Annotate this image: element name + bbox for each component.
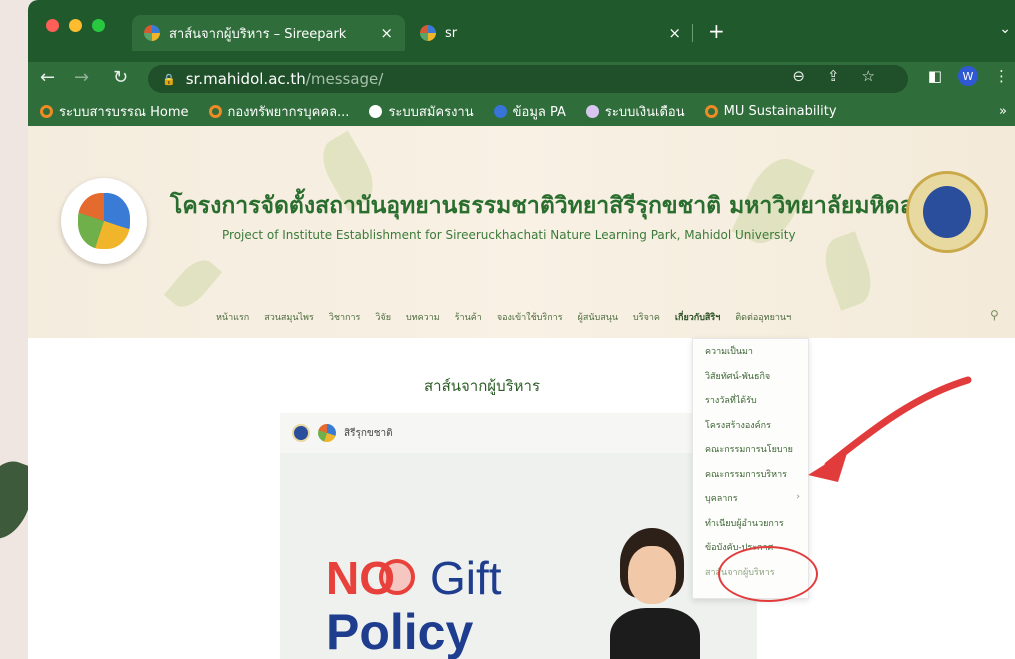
site-logo[interactable] [61,178,147,264]
browser-window: สาส์นจากผู้บริหาร – Sireepark × sr × + ⌄… [28,0,1015,659]
executive-photo [610,528,700,659]
share-icon[interactable]: ⇪ [827,67,840,85]
web-page: โครงการจัดตั้งสถาบันอุทยานธรรมชาติวิทยาส… [28,126,1015,659]
bookmark-label: ระบบสมัครงาน [388,104,474,120]
tab-sr[interactable]: sr × [408,15,693,51]
purple-circle-icon [585,104,599,118]
close-window-button[interactable] [46,19,59,32]
chevron-right-icon: › [796,492,800,502]
tab-title: สาส์นจากผู้บริหาร – Sireepark [169,26,347,42]
blue-circle-icon [493,104,507,118]
orange-ring-icon [208,104,222,118]
decorative-leaf [817,231,879,311]
seal-emblem-icon [923,186,971,238]
maximize-window-button[interactable] [92,19,105,32]
bookmark-label: ระบบสารบรรณ Home [59,104,189,120]
bookmark-item[interactable]: ระบบเงินเดือน [585,101,685,122]
close-tab-icon[interactable]: × [380,24,393,42]
menu-item-shop[interactable]: ร้านค้า [455,310,482,324]
decorative-leaf [163,252,223,315]
bookmark-item[interactable]: ระบบสารบรรณ Home [40,101,189,122]
poster-brand: สิรีรุกขชาติ [344,427,393,439]
search-icon[interactable]: ⚲ [990,308,999,322]
omnibox-actions: ⊖ ⇪ ☆ [792,62,875,90]
menu-item-donate[interactable]: บริจาค [633,310,660,324]
tab-sireepark[interactable]: สาส์นจากผู้บริหาร – Sireepark × [132,15,405,51]
dropdown-item-awards[interactable]: รางวัลที่ได้รับ [693,388,808,413]
site-favicon-icon [144,25,160,41]
close-tab-icon[interactable]: × [668,24,681,42]
menu-item-booking[interactable]: จองเข้าใช้บริการ [497,310,563,324]
poster-gift-text: Gift [430,552,502,604]
dropdown-item-directors[interactable]: ทำเนียบผู้อำนวยการ [693,511,808,536]
bookmarks-bar: ระบบสารบรรณ Home กองทรัพยากรบุคคล... ระบ… [28,96,1015,126]
dropdown-item-policy-committee[interactable]: คณะกรรมการนโยบาย [693,437,808,462]
dropdown-item-personnel[interactable]: บุคลากร › [693,486,808,511]
new-tab-button[interactable]: + [708,19,725,43]
tab-separator [692,24,693,42]
toolbar-actions: ◧ W ⋮ [928,66,1009,86]
site-header-banner: โครงการจัดตั้งสถาบันอุทยานธรรมชาติวิทยาส… [28,126,1015,338]
menu-item-research[interactable]: วิจัย [375,310,391,324]
orange-ring-icon [704,104,718,118]
dropdown-item-vision-mission[interactable]: วิสัยทัศน์-พันธกิจ [693,364,808,389]
bookmark-item[interactable]: ระบบสมัครงาน [369,101,474,122]
university-seal-icon [292,424,310,442]
tab-search-chevron-icon[interactable]: ⌄ [999,21,1011,37]
menu-item-supporters[interactable]: ผู้สนับสนุน [578,310,618,324]
profile-avatar[interactable]: W [958,66,978,86]
menu-item-about[interactable]: เกี่ยวกับสิริฯ [675,310,720,324]
address-bar: ← → ↻ 🔒 sr.mahidol.ac.th/message/ ⊖ ⇪ ☆ … [28,62,1015,96]
dropdown-item-label: บุคลากร [705,494,738,505]
bookmark-label: ข้อมูล PA [512,104,566,120]
bookmark-label: MU Sustainability [723,103,837,119]
tab-title: sr [445,25,458,41]
tree-logo-icon [78,193,130,249]
bookmarks-more-icon[interactable]: » [999,104,1007,119]
page-title: สาส์นจากผู้บริหาร [424,377,541,395]
bookmark-label: กองทรัพยากรบุคคล... [227,104,350,120]
menu-item-academic[interactable]: วิชาการ [329,310,361,324]
minimize-window-button[interactable] [69,19,82,32]
dropdown-item-history[interactable]: ความเป็นมา [693,339,808,364]
url-path: /message/ [305,70,384,88]
tab-bar: สาส์นจากผู้บริหาร – Sireepark × sr × + ⌄ [28,0,1015,62]
site-favicon-icon [420,25,436,41]
poster-no-text: NO [326,552,395,604]
zoom-icon[interactable]: ⊖ [792,67,805,85]
forward-arrow-icon[interactable]: → [74,67,89,88]
bookmark-item[interactable]: ข้อมูล PA [493,101,566,122]
tree-logo-icon [318,424,336,442]
orange-ring-icon [40,104,53,118]
main-menu: หน้าแรก สวนสมุนไพร วิชาการ วิจัย บทความ … [28,308,1015,324]
university-seal [906,171,988,253]
url-host: sr.mahidol.ac.th [185,70,306,88]
sidebar-toggle-icon[interactable]: ◧ [928,67,942,85]
menu-item-herb-garden[interactable]: สวนสมุนไพร [264,310,314,324]
dropdown-item-executive-committee[interactable]: คณะกรรมการบริหาร [693,462,808,487]
bookmark-item[interactable]: กองทรัพยากรบุคคล... [208,101,350,122]
highlight-circle-annotation [718,546,818,602]
bookmark-label: ระบบเงินเดือน [604,104,685,120]
reload-icon[interactable]: ↻ [113,67,128,88]
site-title-th: โครงการจัดตั้งสถาบันอุทยานธรรมชาติวิทยาส… [170,193,914,219]
more-menu-icon[interactable]: ⋮ [994,67,1009,85]
bookmark-star-icon[interactable]: ☆ [862,67,875,85]
dropdown-item-org-structure[interactable]: โครงสร้างองค์กร [693,413,808,438]
globe-icon [369,104,383,118]
menu-item-contact[interactable]: ติดต่ออุทยานฯ [735,310,791,324]
menu-item-articles[interactable]: บทความ [406,310,440,324]
bookmark-item[interactable]: MU Sustainability [704,103,837,119]
site-title-en: Project of Institute Establishment for S… [222,228,796,242]
lock-icon: 🔒 [162,72,176,86]
back-arrow-icon[interactable]: ← [40,67,55,88]
menu-item-home[interactable]: หน้าแรก [216,310,249,324]
no-gift-policy-poster: สิรีรุกขชาติ NO Gift Policy [280,413,757,659]
poster-header: สิรีรุกขชาติ [280,413,757,453]
poster-policy-text: Policy [326,604,474,659]
